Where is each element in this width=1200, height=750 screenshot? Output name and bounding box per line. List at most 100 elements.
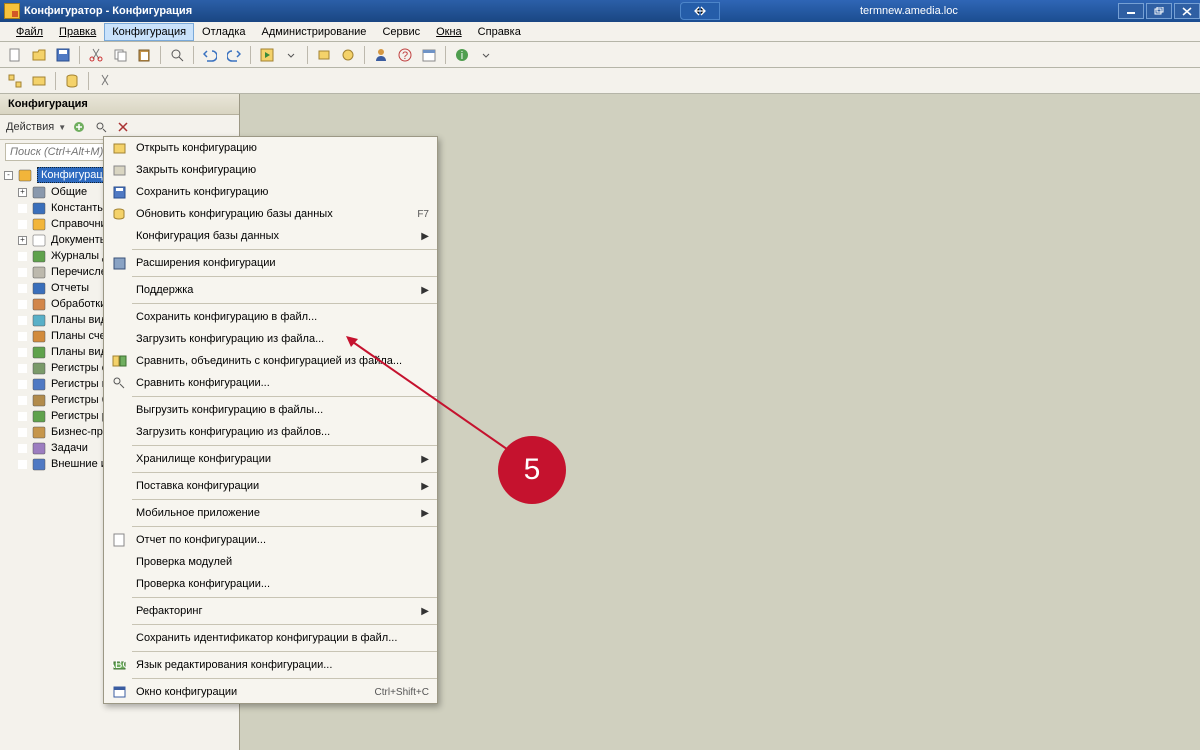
titlebar: Конфигуратор - Конфигурация termnew.amed… bbox=[0, 0, 1200, 22]
tb-debug-icon[interactable] bbox=[313, 45, 335, 65]
expand-arrow-icon: ▶ bbox=[421, 508, 429, 519]
menu-item-label: Загрузить конфигурацию из файлов... bbox=[130, 426, 429, 438]
journal-icon bbox=[31, 249, 47, 263]
menu-item[interactable]: ABCЯзык редактирования конфигурации... bbox=[104, 654, 437, 676]
tb-user-icon[interactable] bbox=[370, 45, 392, 65]
menu-item[interactable]: Расширения конфигурации bbox=[104, 252, 437, 274]
menu-item[interactable]: Рефакторинг▶ bbox=[104, 600, 437, 622]
report-icon bbox=[31, 281, 47, 295]
tree-label: Планы счет bbox=[51, 330, 110, 342]
menu-item[interactable]: Закрыть конфигурацию bbox=[104, 159, 437, 181]
menu-edit[interactable]: Правка bbox=[51, 23, 104, 41]
menu-item[interactable]: Сохранить конфигурацию bbox=[104, 181, 437, 203]
tb-dropdown-icon[interactable] bbox=[280, 45, 302, 65]
tb2-scissors-icon[interactable] bbox=[94, 71, 116, 91]
menu-item[interactable]: Загрузить конфигурацию из файлов... bbox=[104, 421, 437, 443]
menubar: Файл Правка Конфигурация Отладка Админис… bbox=[0, 22, 1200, 42]
expand-arrow-icon: ▶ bbox=[421, 606, 429, 617]
tb-run-icon[interactable] bbox=[256, 45, 278, 65]
menu-item[interactable]: Хранилище конфигурации▶ bbox=[104, 448, 437, 470]
action-find-icon[interactable] bbox=[92, 118, 110, 136]
menu-service[interactable]: Сервис bbox=[374, 23, 428, 41]
open-icon bbox=[108, 141, 130, 155]
menu-item-label: Проверка конфигурации... bbox=[130, 578, 429, 590]
menu-item[interactable]: Конфигурация базы данных▶ bbox=[104, 225, 437, 247]
menu-item[interactable]: Загрузить конфигурацию из файла... bbox=[104, 328, 437, 350]
cog-icon bbox=[31, 185, 47, 199]
app-icon bbox=[4, 3, 20, 19]
menu-item[interactable]: Сравнить конфигурации... bbox=[104, 372, 437, 394]
tree-label: Регистры р bbox=[51, 410, 108, 422]
tb-paste-icon[interactable] bbox=[133, 45, 155, 65]
app-title: Конфигуратор - Конфигурация bbox=[24, 5, 192, 17]
tb-open-icon[interactable] bbox=[28, 45, 50, 65]
tb2-module-icon[interactable] bbox=[28, 71, 50, 91]
win-icon bbox=[108, 685, 130, 699]
menu-item[interactable]: Окно конфигурацииCtrl+Shift+C bbox=[104, 681, 437, 703]
menu-windows[interactable]: Окна bbox=[428, 23, 470, 41]
close-button[interactable] bbox=[1174, 3, 1200, 19]
menu-item[interactable]: Проверка конфигурации... bbox=[104, 573, 437, 595]
tree-label: Константы bbox=[51, 202, 105, 214]
actions-label[interactable]: Действия bbox=[6, 121, 54, 133]
tb-debug2-icon[interactable] bbox=[337, 45, 359, 65]
menu-item[interactable]: Сравнить, объединить с конфигурацией из … bbox=[104, 350, 437, 372]
annotation-number: 5 bbox=[498, 436, 566, 504]
menu-item[interactable]: Выгрузить конфигурацию в файлы... bbox=[104, 399, 437, 421]
menu-debug[interactable]: Отладка bbox=[194, 23, 253, 41]
svg-text:?: ? bbox=[402, 50, 408, 62]
ext-icon bbox=[108, 256, 130, 270]
rep-icon bbox=[108, 533, 130, 547]
tb-undo-icon[interactable] bbox=[199, 45, 221, 65]
menu-item[interactable]: Сохранить конфигурацию в файл... bbox=[104, 306, 437, 328]
tb-calendar-icon[interactable] bbox=[418, 45, 440, 65]
reg2-icon bbox=[31, 377, 47, 391]
menu-item-label: Загрузить конфигурацию из файла... bbox=[130, 333, 429, 345]
server-bar: termnew.amedia.loc bbox=[680, 0, 1200, 22]
menu-item[interactable]: Проверка модулей bbox=[104, 551, 437, 573]
tb-new-icon[interactable] bbox=[4, 45, 26, 65]
twist-icon[interactable]: + bbox=[18, 236, 27, 245]
menu-item[interactable]: Открыть конфигурацию bbox=[104, 137, 437, 159]
minimize-button[interactable] bbox=[1118, 3, 1144, 19]
tb-info-icon[interactable]: i bbox=[451, 45, 473, 65]
tb-cut-icon[interactable] bbox=[85, 45, 107, 65]
biz-icon bbox=[31, 425, 47, 439]
twist-icon[interactable]: - bbox=[4, 171, 13, 180]
chevron-down-icon[interactable]: ▼ bbox=[58, 123, 66, 132]
menu-item[interactable]: Сохранить идентификатор конфигурации в ф… bbox=[104, 627, 437, 649]
tb-copy-icon[interactable] bbox=[109, 45, 131, 65]
tb-save-icon[interactable] bbox=[52, 45, 74, 65]
menu-item[interactable]: Отчет по конфигурации... bbox=[104, 529, 437, 551]
merge-icon bbox=[108, 354, 130, 368]
action-x-icon[interactable] bbox=[114, 118, 132, 136]
shortcut: F7 bbox=[417, 209, 429, 220]
twist-icon[interactable]: + bbox=[18, 188, 27, 197]
tb-search-icon[interactable] bbox=[166, 45, 188, 65]
menu-item[interactable]: Мобильное приложение▶ bbox=[104, 502, 437, 524]
tb-help1-icon[interactable]: ? bbox=[394, 45, 416, 65]
menu-item-label: Сохранить конфигурацию в файл... bbox=[130, 311, 429, 323]
restore-button[interactable] bbox=[1146, 3, 1172, 19]
menu-item-label: Обновить конфигурацию базы данных bbox=[130, 208, 417, 220]
menu-item[interactable]: Поставка конфигурации▶ bbox=[104, 475, 437, 497]
save-icon bbox=[108, 185, 130, 199]
tree-label: Обработки bbox=[51, 298, 106, 310]
menu-help[interactable]: Справка bbox=[470, 23, 529, 41]
menu-item-label: Сравнить конфигурации... bbox=[130, 377, 429, 389]
menu-item[interactable]: Поддержка▶ bbox=[104, 279, 437, 301]
tb2-tree-icon[interactable] bbox=[4, 71, 26, 91]
tb2-db-icon[interactable] bbox=[61, 71, 83, 91]
svg-text:i: i bbox=[461, 50, 463, 62]
menu-item[interactable]: Обновить конфигурацию базы данныхF7 bbox=[104, 203, 437, 225]
menu-file[interactable]: Файл bbox=[8, 23, 51, 41]
tb-redo-icon[interactable] bbox=[223, 45, 245, 65]
action-add-icon[interactable] bbox=[70, 118, 88, 136]
tb-drop2-icon[interactable] bbox=[475, 45, 497, 65]
menu-admin[interactable]: Администрирование bbox=[254, 23, 375, 41]
tree-label: Отчеты bbox=[51, 282, 89, 294]
menu-item-label: Открыть конфигурацию bbox=[130, 142, 429, 154]
server-tab-icon[interactable] bbox=[680, 2, 720, 20]
shortcut: Ctrl+Shift+C bbox=[375, 687, 429, 698]
menu-configuration[interactable]: Конфигурация bbox=[104, 23, 194, 41]
